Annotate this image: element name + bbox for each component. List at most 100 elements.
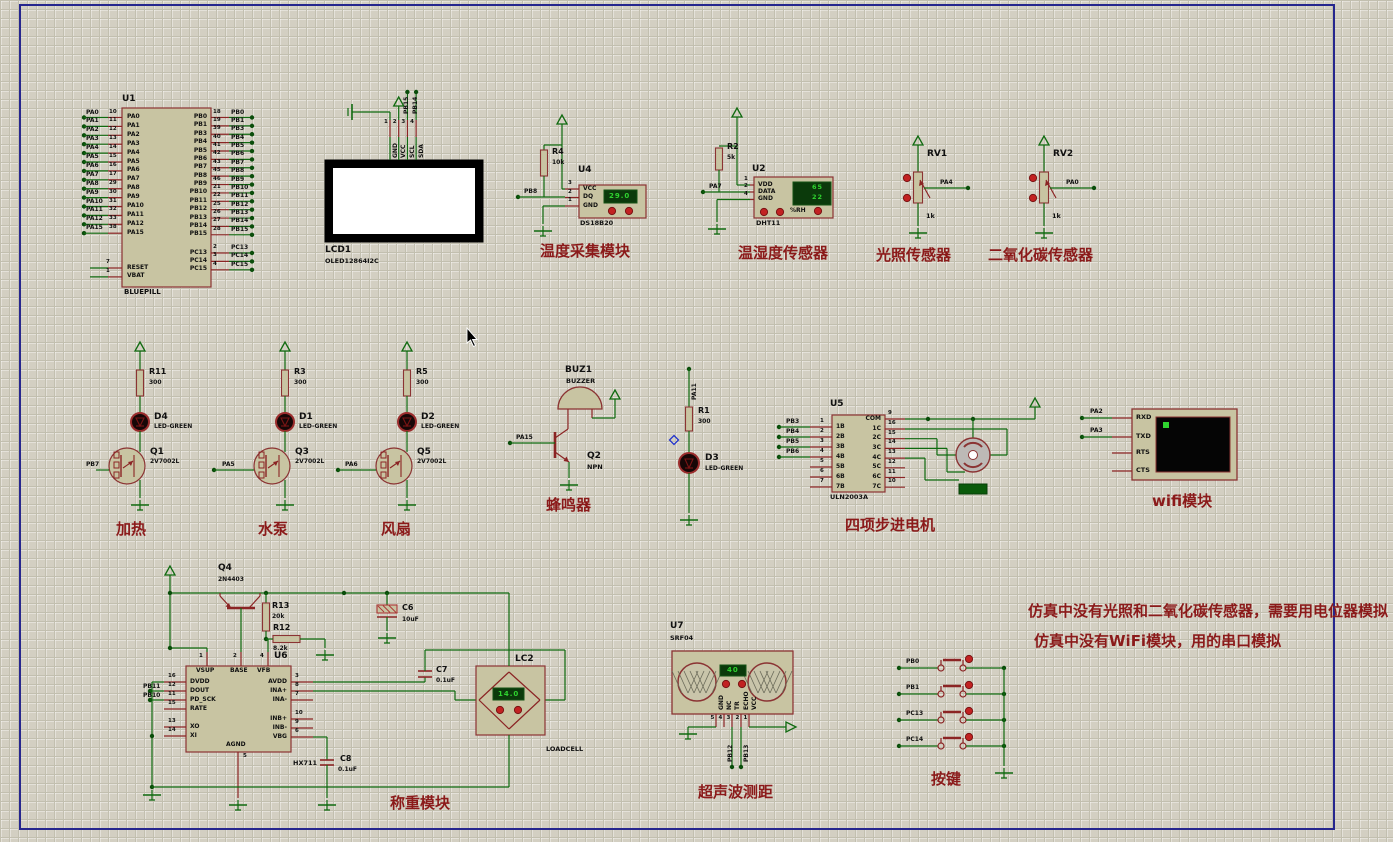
pin-name: PA3 [127, 141, 140, 147]
pin-number: 15 [168, 701, 176, 707]
transistor-ref: Q2 [587, 452, 601, 461]
pin-name: AVDD [259, 679, 287, 685]
transistor-type: NPN [587, 464, 603, 471]
button-contact [938, 691, 944, 697]
led-D4[interactable] [131, 413, 149, 431]
resistor-ref: R11 [149, 368, 166, 376]
pin-number: 4 [820, 449, 824, 455]
dht-button[interactable] [776, 208, 783, 215]
junction-dot [342, 591, 346, 595]
pin-number: 14 [109, 145, 117, 151]
power-arrow-icon [280, 342, 290, 351]
sonar-ref: U7 [670, 622, 684, 631]
caption-driver: 水泵 [258, 522, 288, 538]
dht-button[interactable] [760, 208, 767, 215]
pin-name: PA7 [127, 176, 140, 182]
pin-name: NC [727, 701, 733, 710]
pin-number: 11 [888, 470, 896, 476]
potentiometer-RV1[interactable] [914, 172, 923, 203]
net-label: PB15 [231, 227, 248, 233]
pin-name: 6B [836, 474, 845, 480]
pin-number: 1 [744, 716, 748, 722]
net-label: PA9 [86, 190, 99, 196]
power-arrow-icon [786, 722, 796, 732]
resistor-r4[interactable] [541, 150, 548, 176]
led-D2[interactable] [398, 413, 416, 431]
pin-number: 3 [568, 181, 572, 187]
potentiometer-RV2[interactable] [1040, 172, 1049, 203]
pot-up-button[interactable] [903, 174, 910, 181]
resistor-R5[interactable] [404, 370, 411, 396]
net-label: PA4 [86, 145, 99, 151]
sonar-dec-button[interactable] [722, 680, 729, 687]
distance-reading: 40 [727, 667, 739, 674]
resistor-r12[interactable] [273, 636, 300, 643]
net-label: PB0 [231, 110, 244, 116]
resistor-r2[interactable] [716, 148, 723, 170]
pin-number: 19 [213, 118, 221, 124]
net-label: PA15 [86, 225, 103, 231]
pin-name: PB3 [179, 131, 207, 137]
dht-button[interactable] [814, 207, 821, 214]
pin-name: VDD [758, 182, 773, 188]
net-label: PA11 [86, 207, 103, 213]
pot-down-button[interactable] [1029, 194, 1036, 201]
pin-number: 18 [213, 110, 221, 116]
ultrasonic-transducer[interactable] [748, 663, 786, 701]
pin-name: RATE [190, 706, 207, 712]
pin-name: 3C [859, 445, 881, 451]
net-label: PB12 [728, 745, 734, 762]
pin-number: 3 [401, 120, 405, 126]
pin-name: VCC [583, 186, 596, 192]
key-button[interactable] [965, 733, 972, 740]
pin-number: 3 [820, 439, 824, 445]
net-label: PB9 [231, 177, 244, 183]
sonar-inc-button[interactable] [738, 680, 745, 687]
net-label: PA15 [516, 435, 533, 441]
pin-name: BASE [230, 668, 248, 674]
net-label: PB4 [786, 429, 799, 435]
resistor-R3[interactable] [282, 370, 289, 396]
pot-down-button[interactable] [903, 194, 910, 201]
led-D1[interactable] [276, 413, 294, 431]
junction-dot [250, 199, 254, 203]
pin-name: INA+ [259, 688, 287, 694]
resistor-r13[interactable] [263, 603, 270, 631]
pin-name: TXD [1136, 433, 1151, 440]
pin-number: 9 [888, 411, 892, 417]
loadcell-inc-button[interactable] [514, 706, 521, 713]
key-button[interactable] [965, 681, 972, 688]
pin-name: PD_SCK [190, 697, 216, 703]
pin-name: GND [719, 695, 725, 710]
pin-name: 6C [859, 474, 881, 480]
key-button[interactable] [965, 655, 972, 662]
resistor-value: 300 [294, 380, 307, 386]
stepper-display[interactable] [959, 484, 987, 494]
ultrasonic-transducer[interactable] [678, 663, 716, 701]
pin-name: PB0 [179, 114, 207, 120]
junction-dot [150, 734, 154, 738]
temp-inc-button[interactable] [625, 207, 632, 214]
note-line-2: 仿真中没有WiFi模块，用的串口模拟 [1034, 634, 1281, 650]
resistor-R11[interactable] [137, 370, 144, 396]
pin-number: 41 [213, 143, 221, 149]
loadcell-dec-button[interactable] [496, 706, 503, 713]
pin-number: 42 [213, 151, 221, 157]
buzzer[interactable] [558, 387, 602, 409]
pin-number: 1 [384, 120, 388, 126]
schematic-canvas[interactable]: U1BLUEPILLPA010PA0PA111PA1PA212PA2PA313P… [0, 0, 1393, 842]
pin-number: 2 [568, 190, 572, 196]
net-label: PA12 [86, 216, 103, 222]
led-d3[interactable] [679, 453, 699, 473]
resistor-ref: R13 [272, 602, 289, 610]
pin-name: VCC [752, 697, 758, 710]
temp-dec-button[interactable] [608, 207, 615, 214]
pot-up-button[interactable] [1029, 174, 1036, 181]
transistor-type: 2N4403 [218, 577, 244, 583]
resistor-r1[interactable] [686, 407, 693, 431]
resistor-ref: R5 [416, 368, 428, 376]
key-button[interactable] [965, 707, 972, 714]
pin-number: 1 [568, 198, 572, 204]
net-label: PB1 [231, 118, 244, 124]
shape [1163, 422, 1169, 428]
